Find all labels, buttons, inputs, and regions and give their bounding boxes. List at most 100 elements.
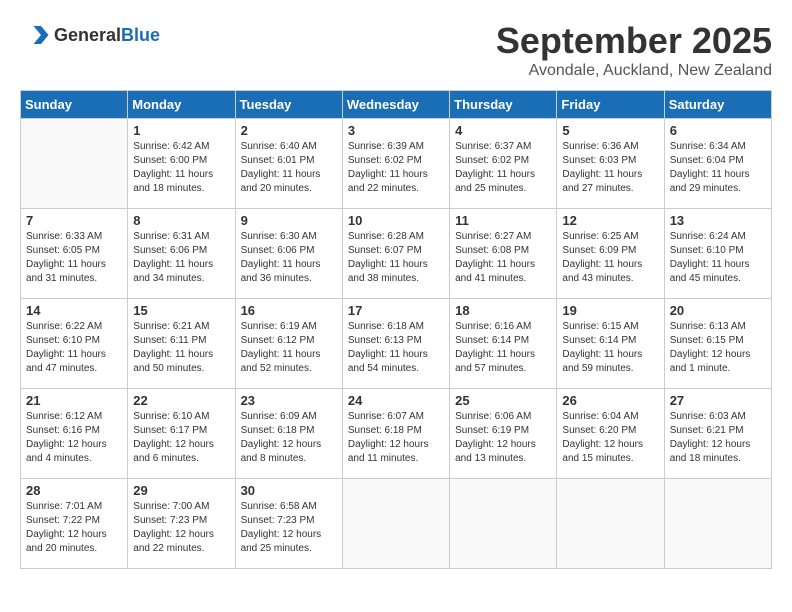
day-info: Sunrise: 6:13 AMSunset: 6:15 PMDaylight:… [670, 320, 766, 376]
day-number: 12 [562, 213, 658, 228]
day-number: 10 [348, 213, 444, 228]
day-info: Sunrise: 7:01 AMSunset: 7:22 PMDaylight:… [26, 500, 122, 556]
day-number: 23 [241, 393, 337, 408]
day-number: 3 [348, 123, 444, 138]
weekday-header-friday: Friday [557, 91, 664, 119]
day-info: Sunrise: 6:27 AMSunset: 6:08 PMDaylight:… [455, 230, 551, 286]
day-info: Sunrise: 6:40 AMSunset: 6:01 PMDaylight:… [241, 140, 337, 196]
calendar-cell: 9Sunrise: 6:30 AMSunset: 6:06 PMDaylight… [235, 209, 342, 299]
weekday-header-wednesday: Wednesday [342, 91, 449, 119]
day-number: 29 [133, 483, 229, 498]
day-info: Sunrise: 6:31 AMSunset: 6:06 PMDaylight:… [133, 230, 229, 286]
day-number: 21 [26, 393, 122, 408]
day-info: Sunrise: 6:04 AMSunset: 6:20 PMDaylight:… [562, 410, 658, 466]
weekday-header-row: SundayMondayTuesdayWednesdayThursdayFrid… [21, 91, 772, 119]
day-number: 19 [562, 303, 658, 318]
day-info: Sunrise: 6:42 AMSunset: 6:00 PMDaylight:… [133, 140, 229, 196]
weekday-header-monday: Monday [128, 91, 235, 119]
calendar-cell [557, 479, 664, 569]
calendar-cell: 29Sunrise: 7:00 AMSunset: 7:23 PMDayligh… [128, 479, 235, 569]
calendar-cell: 3 Sunrise: 6:39 AMSunset: 6:02 PMDaylight… [342, 119, 449, 209]
calendar-cell: 6Sunrise: 6:34 AMSunset: 6:04 PMDaylight… [664, 119, 771, 209]
day-number: 20 [670, 303, 766, 318]
day-number: 14 [26, 303, 122, 318]
day-number: 2 [241, 123, 337, 138]
week-row-4: 21 Sunrise: 6:12 AMSunset: 6:16 PMDayligh… [21, 389, 772, 479]
calendar-cell: 16Sunrise: 6:19 AMSunset: 6:12 PMDayligh… [235, 299, 342, 389]
day-number: 25 [455, 393, 551, 408]
calendar-cell: 1Sunrise: 6:42 AMSunset: 6:00 PMDaylight… [128, 119, 235, 209]
day-number: 8 [133, 213, 229, 228]
calendar-cell: 30 Sunrise: 6:58 AMSunset: 7:23 PMDayligh… [235, 479, 342, 569]
day-info: Sunrise: 6:03 AMSunset: 6:21 PMDaylight:… [670, 410, 766, 466]
week-row-1: 1Sunrise: 6:42 AMSunset: 6:00 PMDaylight… [21, 119, 772, 209]
day-info: Sunrise: 6:58 AMSunset: 7:23 PMDaylight:… [241, 500, 337, 556]
calendar-cell: 20 Sunrise: 6:13 AMSunset: 6:15 PMDayligh… [664, 299, 771, 389]
day-info: Sunrise: 6:15 AMSunset: 6:14 PMDaylight:… [562, 320, 658, 376]
month-title: September 2025 [496, 20, 772, 62]
day-number: 18 [455, 303, 551, 318]
calendar-cell: 10 Sunrise: 6:28 AMSunset: 6:07 PMDayligh… [342, 209, 449, 299]
weekday-header-tuesday: Tuesday [235, 91, 342, 119]
day-info: Sunrise: 6:10 AMSunset: 6:17 PMDaylight:… [133, 410, 229, 466]
day-number: 5 [562, 123, 658, 138]
day-number: 24 [348, 393, 444, 408]
day-number: 7 [26, 213, 122, 228]
day-number: 11 [455, 213, 551, 228]
logo-icon [20, 20, 50, 50]
calendar-cell: 24 Sunrise: 6:07 AMSunset: 6:18 PMDayligh… [342, 389, 449, 479]
day-info: Sunrise: 6:25 AMSunset: 6:09 PMDaylight:… [562, 230, 658, 286]
day-info: Sunrise: 6:06 AMSunset: 6:19 PMDaylight:… [455, 410, 551, 466]
calendar-cell: 27Sunrise: 6:03 AMSunset: 6:21 PMDayligh… [664, 389, 771, 479]
calendar-cell: 14 Sunrise: 6:22 AMSunset: 6:10 PMDayligh… [21, 299, 128, 389]
weekday-header-saturday: Saturday [664, 91, 771, 119]
day-number: 15 [133, 303, 229, 318]
day-info: Sunrise: 6:39 AMSunset: 6:02 PMDaylight:… [348, 140, 444, 196]
calendar-cell: 17Sunrise: 6:18 AMSunset: 6:13 PMDayligh… [342, 299, 449, 389]
calendar-cell: 19 Sunrise: 6:15 AMSunset: 6:14 PMDayligh… [557, 299, 664, 389]
calendar-cell [342, 479, 449, 569]
calendar-table: SundayMondayTuesdayWednesdayThursdayFrid… [20, 90, 772, 569]
calendar-cell: 23Sunrise: 6:09 AMSunset: 6:18 PMDayligh… [235, 389, 342, 479]
calendar-cell [450, 479, 557, 569]
day-number: 16 [241, 303, 337, 318]
calendar-cell: 21 Sunrise: 6:12 AMSunset: 6:16 PMDayligh… [21, 389, 128, 479]
day-number: 28 [26, 483, 122, 498]
week-row-2: 7Sunrise: 6:33 AMSunset: 6:05 PMDaylight… [21, 209, 772, 299]
day-info: Sunrise: 6:37 AMSunset: 6:02 PMDaylight:… [455, 140, 551, 196]
day-number: 13 [670, 213, 766, 228]
calendar-cell: 28 Sunrise: 7:01 AMSunset: 7:22 PMDayligh… [21, 479, 128, 569]
calendar-cell: 12 Sunrise: 6:25 AMSunset: 6:09 PMDayligh… [557, 209, 664, 299]
calendar-cell [664, 479, 771, 569]
day-info: Sunrise: 6:07 AMSunset: 6:18 PMDaylight:… [348, 410, 444, 466]
calendar-cell: 25 Sunrise: 6:06 AMSunset: 6:19 PMDayligh… [450, 389, 557, 479]
header: GeneralBlue September 2025 Avondale, Auc… [20, 20, 772, 80]
day-info: Sunrise: 6:24 AMSunset: 6:10 PMDaylight:… [670, 230, 766, 286]
week-row-5: 28 Sunrise: 7:01 AMSunset: 7:22 PMDayligh… [21, 479, 772, 569]
day-info: Sunrise: 6:36 AMSunset: 6:03 PMDaylight:… [562, 140, 658, 196]
calendar-cell: 2 Sunrise: 6:40 AMSunset: 6:01 PMDaylight… [235, 119, 342, 209]
calendar-cell: 11 Sunrise: 6:27 AMSunset: 6:08 PMDayligh… [450, 209, 557, 299]
calendar-cell: 26 Sunrise: 6:04 AMSunset: 6:20 PMDayligh… [557, 389, 664, 479]
day-number: 4 [455, 123, 551, 138]
day-info: Sunrise: 6:12 AMSunset: 6:16 PMDaylight:… [26, 410, 122, 466]
calendar-cell: 15 Sunrise: 6:21 AMSunset: 6:11 PMDayligh… [128, 299, 235, 389]
day-info: Sunrise: 6:16 AMSunset: 6:14 PMDaylight:… [455, 320, 551, 376]
week-row-3: 14 Sunrise: 6:22 AMSunset: 6:10 PMDayligh… [21, 299, 772, 389]
calendar-cell: 22Sunrise: 6:10 AMSunset: 6:17 PMDayligh… [128, 389, 235, 479]
calendar-cell [21, 119, 128, 209]
day-number: 30 [241, 483, 337, 498]
calendar-cell: 18 Sunrise: 6:16 AMSunset: 6:14 PMDayligh… [450, 299, 557, 389]
weekday-header-sunday: Sunday [21, 91, 128, 119]
day-number: 9 [241, 213, 337, 228]
day-info: Sunrise: 6:21 AMSunset: 6:11 PMDaylight:… [133, 320, 229, 376]
title-area: September 2025 Avondale, Auckland, New Z… [496, 20, 772, 80]
day-info: Sunrise: 6:22 AMSunset: 6:10 PMDaylight:… [26, 320, 122, 376]
calendar-cell: 5 Sunrise: 6:36 AMSunset: 6:03 PMDaylight… [557, 119, 664, 209]
day-number: 26 [562, 393, 658, 408]
day-info: Sunrise: 6:18 AMSunset: 6:13 PMDaylight:… [348, 320, 444, 376]
day-info: Sunrise: 6:28 AMSunset: 6:07 PMDaylight:… [348, 230, 444, 286]
calendar-cell: 7Sunrise: 6:33 AMSunset: 6:05 PMDaylight… [21, 209, 128, 299]
calendar-cell: 13 Sunrise: 6:24 AMSunset: 6:10 PMDayligh… [664, 209, 771, 299]
logo-text-general: General [54, 25, 121, 45]
